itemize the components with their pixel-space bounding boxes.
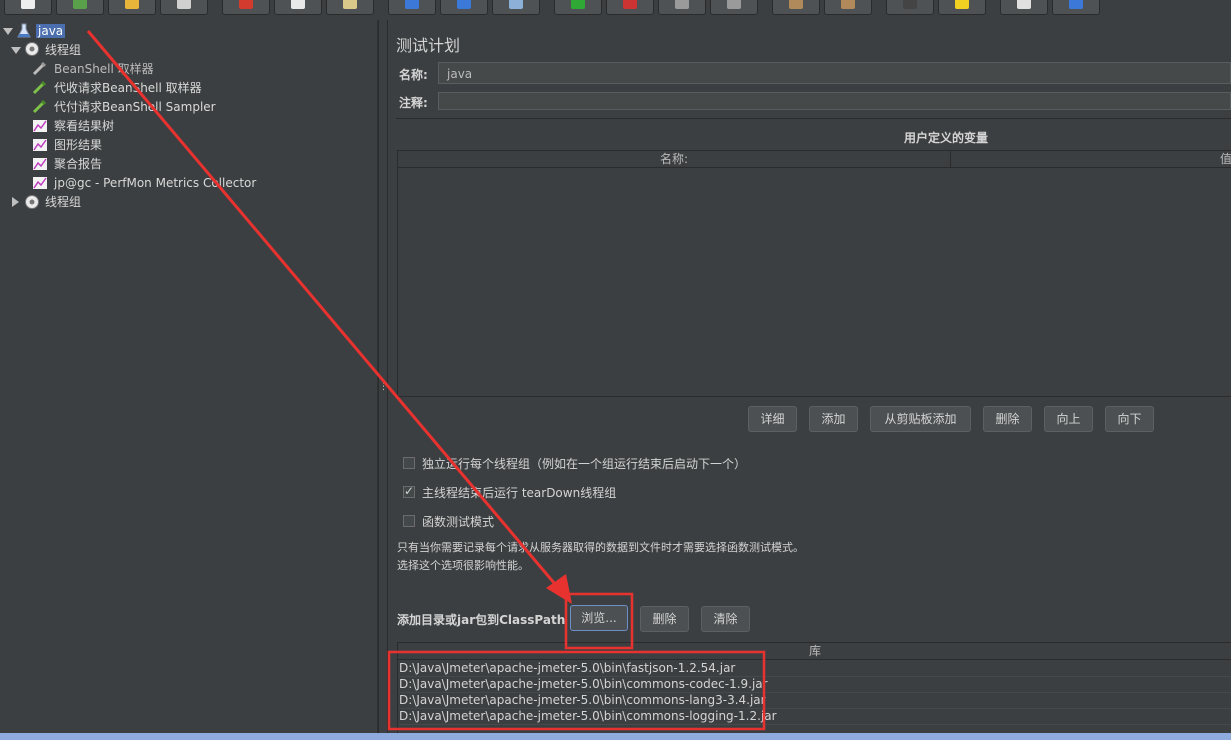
toggle-icon[interactable] (492, 0, 540, 15)
gear-icon (25, 195, 39, 209)
functional-mode-label: 函数测试模式 (422, 515, 495, 529)
pane-splitter[interactable]: ⋮ (378, 20, 388, 733)
delete-var-button[interactable]: 删除 (983, 406, 1032, 432)
copy-icon[interactable] (274, 0, 322, 15)
tree-item-label: jp@gc - PerfMon Metrics Collector (54, 176, 257, 190)
open-icon[interactable] (108, 0, 156, 15)
vars-title: 用户定义的变量 (904, 131, 989, 145)
stop-icon[interactable] (658, 0, 706, 15)
tree-item-pay-sampler[interactable]: 代付请求BeanShell Sampler (54, 98, 216, 116)
user-vars-table[interactable]: 名称: 值 (397, 150, 1231, 397)
divider (396, 118, 1231, 119)
name-label: 名称: (399, 68, 428, 82)
expand-icon[interactable] (388, 0, 436, 15)
vars-col-name[interactable]: 名称: (398, 151, 951, 168)
chart-listener-icon (33, 120, 47, 132)
collapse-icon[interactable] (440, 0, 488, 15)
expand-arrow-icon[interactable] (12, 197, 19, 207)
tree-item-label: 线程组 (45, 195, 82, 209)
tree-item-graph-results[interactable]: 图形结果 (54, 136, 102, 154)
start-no-pause-icon[interactable] (606, 0, 654, 15)
table-row[interactable]: D:\Java\Jmeter\apache-jmeter-5.0\bin\com… (399, 708, 1231, 725)
status-bar (0, 733, 1231, 740)
tree-item-label: 图形结果 (54, 138, 103, 152)
collapse-arrow-icon[interactable] (3, 28, 13, 35)
pipette-icon (32, 80, 47, 95)
move-up-button[interactable]: 向上 (1044, 406, 1093, 432)
table-row[interactable]: D:\Java\Jmeter\apache-jmeter-5.0\bin\com… (399, 692, 1231, 709)
collapse-arrow-icon[interactable] (11, 47, 21, 54)
add-button[interactable]: 添加 (809, 406, 858, 432)
tree-item-aggregate-report[interactable]: 聚合报告 (54, 155, 102, 173)
gear-icon (25, 42, 39, 56)
name-field[interactable]: java (438, 62, 1231, 84)
splitter-grip-icon: ⋮ (379, 382, 388, 392)
tree-item-label: 线程组 (45, 43, 82, 57)
search-icon[interactable] (886, 0, 934, 15)
paste-icon[interactable] (326, 0, 374, 15)
tree-item-results-tree[interactable]: 察看结果树 (54, 117, 114, 135)
templates-icon[interactable] (56, 0, 104, 15)
pipette-icon (32, 61, 47, 76)
help-icon[interactable] (1052, 0, 1100, 15)
tree-item-thread-group-2[interactable]: 线程组 (45, 193, 81, 211)
test-plan-panel: 测试计划 名称: java 注释: 用户定义的变量 名称: 值 详细 添加 从剪… (388, 20, 1231, 735)
add-from-clipboard-button[interactable]: 从剪贴板添加 (870, 406, 971, 432)
tree-root-label: java (36, 24, 66, 38)
table-row[interactable]: D:\Java\Jmeter\apache-jmeter-5.0\bin\fas… (399, 660, 1231, 677)
reset-search-icon[interactable] (938, 0, 986, 15)
tree-item-thread-group[interactable]: 线程组 (45, 41, 81, 59)
new-icon[interactable] (4, 0, 52, 15)
tree-item-label: 聚合报告 (54, 157, 103, 171)
function-helper-icon[interactable] (1000, 0, 1048, 15)
classpath-table[interactable]: 库 D:\Java\Jmeter\apache-jmeter-5.0\bin\f… (397, 642, 1231, 735)
clear-classpath-button[interactable]: 清除 (701, 606, 750, 632)
panel-title: 测试计划 (396, 36, 461, 55)
tree-item-beanshell-sampler[interactable]: BeanShell 取样器 (54, 60, 154, 78)
table-row[interactable]: D:\Java\Jmeter\apache-jmeter-5.0\bin\com… (399, 676, 1231, 693)
run-serially-label: 独立运行每个线程组（例如在一个组运行结束后启动下一个） (422, 457, 747, 471)
comment-label: 注释: (399, 96, 428, 110)
classpath-label: 添加目录或jar包到ClassPath (397, 613, 566, 627)
detail-button[interactable]: 详细 (748, 406, 797, 432)
start-icon[interactable] (554, 0, 602, 15)
shutdown-icon[interactable] (710, 0, 758, 15)
run-serially-checkbox[interactable] (403, 457, 415, 469)
performance-note: 选择这个选项很影响性能。 (397, 559, 529, 572)
clear-icon[interactable] (772, 0, 820, 15)
teardown-label: 主线程结束后运行 tearDown线程组 (422, 486, 617, 500)
chart-listener-icon (33, 177, 47, 189)
browse-button[interactable]: 浏览... (570, 605, 628, 631)
save-icon[interactable] (160, 0, 208, 15)
toolbar (0, 0, 1231, 18)
comment-field[interactable] (438, 92, 1231, 110)
clear-all-icon[interactable] (824, 0, 872, 15)
tree-item-java[interactable]: java (36, 22, 66, 40)
lib-header[interactable]: 库 (398, 643, 1231, 660)
tree-item-perfmon-collector[interactable]: jp@gc - PerfMon Metrics Collector (54, 174, 256, 192)
move-down-button[interactable]: 向下 (1105, 406, 1154, 432)
vars-col-value[interactable]: 值 (951, 151, 1231, 168)
tree-item-label: 代付请求BeanShell Sampler (54, 100, 216, 114)
chart-listener-icon (33, 158, 47, 170)
test-plan-tree: java 线程组 BeanShell 取样器 代收请求BeanShell 取样器… (0, 20, 378, 733)
delete-classpath-button[interactable]: 删除 (640, 606, 689, 632)
cut-icon[interactable] (222, 0, 270, 15)
tree-item-label: 察看结果树 (54, 119, 115, 133)
pipette-icon (32, 99, 47, 114)
tree-item-label: BeanShell 取样器 (54, 62, 154, 76)
chart-listener-icon (33, 139, 47, 151)
teardown-checkbox[interactable] (403, 484, 415, 498)
tree-item-collect-sampler[interactable]: 代收请求BeanShell 取样器 (54, 79, 202, 97)
tree-item-label: 代收请求BeanShell 取样器 (54, 81, 202, 95)
functional-mode-note: 只有当你需要记录每个请求从服务器取得的数据到文件时才需要选择函数测试模式。 (397, 541, 804, 554)
flask-icon (17, 23, 31, 38)
functional-mode-checkbox[interactable] (403, 515, 415, 527)
